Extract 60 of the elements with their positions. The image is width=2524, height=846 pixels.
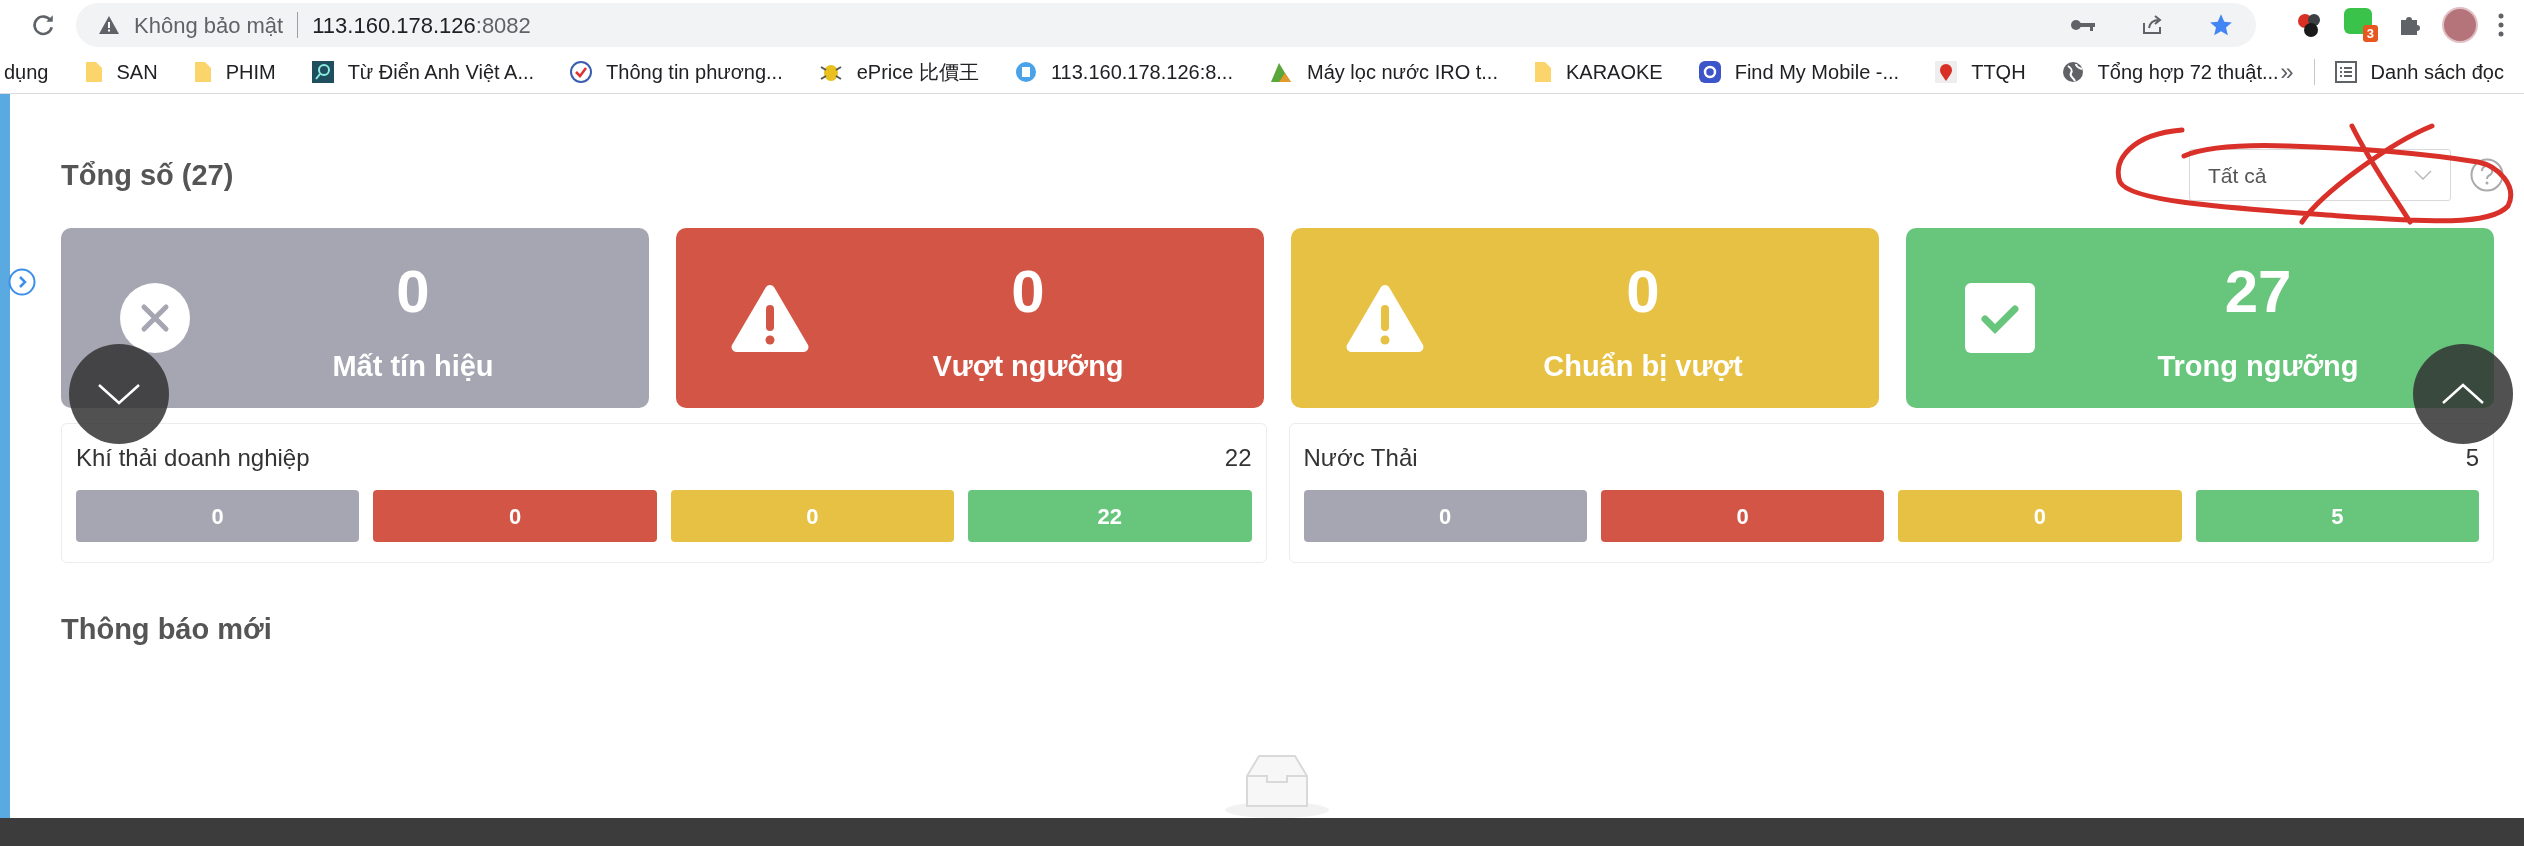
group-total: 5 <box>2465 443 2479 474</box>
seal-icon <box>570 61 593 84</box>
bookmark[interactable]: KARAOKE <box>1534 57 1663 88</box>
warning-icon <box>98 15 120 36</box>
chevron-up-icon <box>2441 383 2485 406</box>
warning-icon <box>1345 283 1425 354</box>
bookmark[interactable]: SAN <box>84 57 158 88</box>
reading-list-button[interactable]: Danh sách đọc <box>2334 57 2504 88</box>
bookmark[interactable]: Thông tin phương... <box>570 57 783 88</box>
app-icon <box>1014 61 1037 84</box>
bookmark[interactable]: ePrice 比價王 <box>818 57 979 88</box>
folder-icon <box>193 61 212 84</box>
status-label: Chuẩn bị vượt <box>1543 348 1743 384</box>
count: 27 <box>2224 256 2292 327</box>
profile-avatar[interactable] <box>2442 7 2478 44</box>
bookmark[interactable]: Máy lọc nước IRO t... <box>1269 57 1498 88</box>
key-icon[interactable] <box>2070 18 2096 33</box>
group-name: Khí thải doanh nghiệp <box>76 443 310 474</box>
count: 0 <box>1626 256 1660 327</box>
count-bar[interactable]: 0 <box>1600 490 1885 543</box>
checkbox-icon <box>1965 283 2035 354</box>
count-bar[interactable]: 0 <box>373 490 657 543</box>
bookmark[interactable]: Từ Điển Anh Việt A... <box>311 57 535 88</box>
security-label: Không bảo mật <box>134 11 284 40</box>
chevron-down-icon <box>97 383 141 406</box>
status-label: Mất tín hiệu <box>332 348 494 384</box>
group-total: 22 <box>1224 443 1252 474</box>
close-circle-icon <box>120 283 190 354</box>
status-label: Trong ngưỡng <box>2157 348 2359 384</box>
map-pin-icon <box>1935 61 1958 84</box>
status-card[interactable]: 0 Vượt ngưỡng <box>676 228 1264 409</box>
globe-icon <box>2061 61 2084 84</box>
folder-icon <box>84 61 103 84</box>
chevron-down-icon <box>2414 170 2432 181</box>
section-title: Thông báo mới <box>61 612 273 648</box>
find-icon <box>1698 61 1721 84</box>
bookmark[interactable]: Find My Mobile -... <box>1698 57 1900 88</box>
bookmark[interactable]: PHIM <box>193 57 276 88</box>
count: 0 <box>1011 256 1045 327</box>
list-icon <box>2334 61 2357 84</box>
group-name: Nước Thải <box>1303 443 1418 474</box>
url-text: 113.160.178.126:8082 <box>312 11 531 40</box>
expand-sidebar-icon[interactable] <box>8 268 36 297</box>
bookmark[interactable]: dụng <box>4 57 49 88</box>
count: 0 <box>396 256 430 327</box>
filter-dropdown[interactable]: Tất cả <box>2189 149 2451 202</box>
menu-icon[interactable] <box>2498 13 2504 38</box>
folder-icon <box>1534 61 1552 84</box>
warning-icon <box>730 283 810 354</box>
help-icon[interactable] <box>2470 158 2504 193</box>
notification-badge: 3 <box>2362 25 2378 43</box>
bookmark[interactable]: Tổng hợp 72 thuật... <box>2061 57 2279 88</box>
leaf-icon <box>1269 61 1293 84</box>
status-label: Vượt ngưỡng <box>932 348 1124 384</box>
bookmark[interactable]: TTQH <box>1935 57 2026 88</box>
bookmark[interactable]: 113.160.178.126:8... <box>1014 57 1233 88</box>
address-bar[interactable]: Không bảo mật 113.160.178.126:8082 <box>76 3 2256 48</box>
bookmarks-overflow-button[interactable]: » <box>2280 54 2294 91</box>
section-title: Tổng số (27) <box>61 157 234 193</box>
magnifier-icon <box>311 61 334 84</box>
